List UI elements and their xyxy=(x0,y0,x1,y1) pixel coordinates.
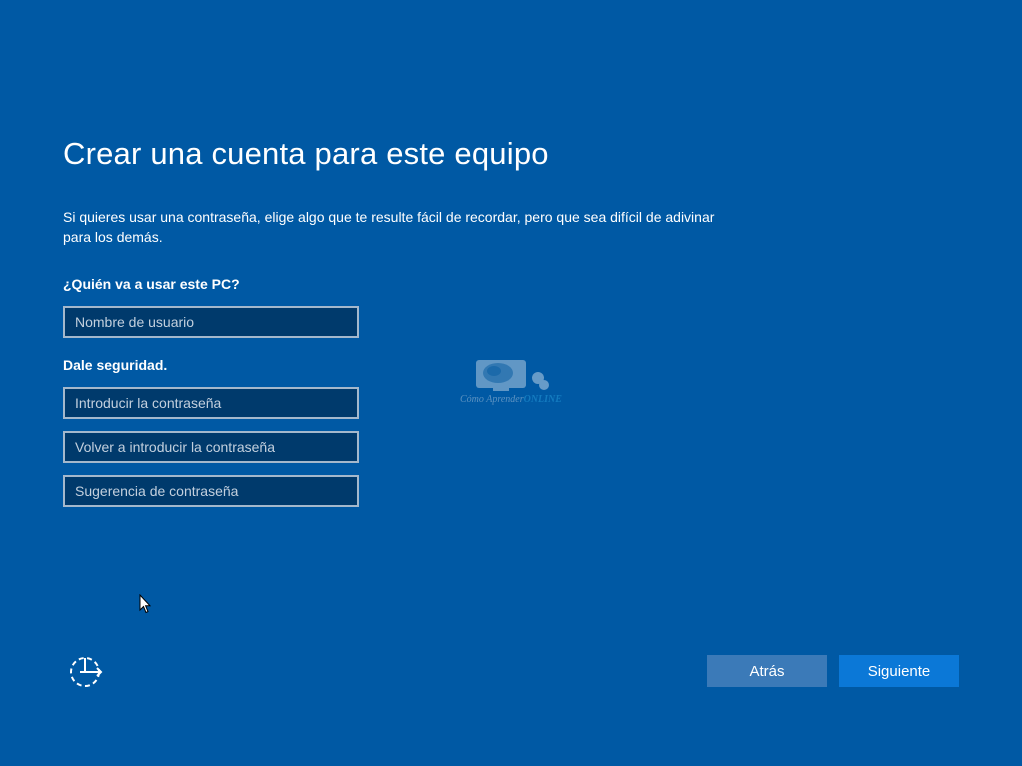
page-description: Si quieres usar una contraseña, elige al… xyxy=(63,209,715,245)
brain-logo-icon xyxy=(476,360,549,391)
who-label: ¿Quién va a usar este PC? xyxy=(63,276,240,292)
back-button[interactable]: Atrás xyxy=(707,655,827,687)
security-label: Dale seguridad. xyxy=(63,357,168,373)
password-hint-input[interactable] xyxy=(63,475,359,507)
watermark-logo: Cómo AprenderONLINE xyxy=(458,358,568,410)
next-button[interactable]: Siguiente xyxy=(839,655,959,687)
password-input[interactable] xyxy=(63,387,359,419)
mouse-cursor-icon xyxy=(139,594,151,614)
watermark-text-main: Cómo Aprender xyxy=(460,394,524,405)
watermark-text-accent: ONLINE xyxy=(523,394,562,405)
page-title: Crear una cuenta para este equipo xyxy=(63,136,549,171)
username-input[interactable] xyxy=(63,306,359,338)
ease-of-access-icon[interactable] xyxy=(68,655,106,689)
password-confirm-input[interactable] xyxy=(63,431,359,463)
watermark-text: Cómo AprenderONLINE xyxy=(460,394,562,405)
oobe-create-account-screen: Crear una cuenta para este equipo Si qui… xyxy=(0,0,1022,766)
